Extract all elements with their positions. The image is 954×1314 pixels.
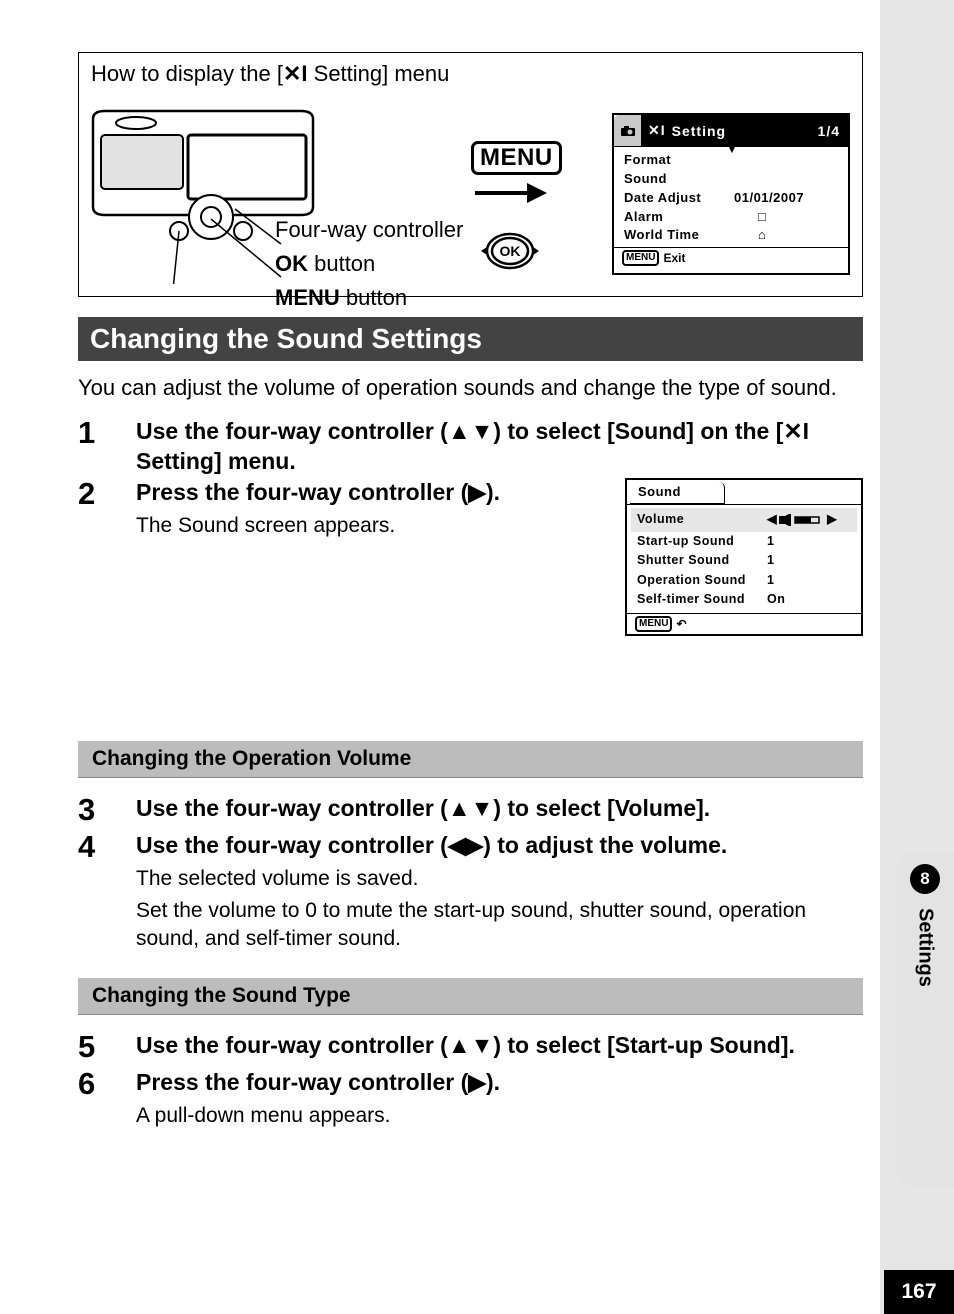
- step-sub: A pull-down menu appears.: [136, 1102, 863, 1130]
- sound-tab: Sound: [630, 482, 725, 504]
- page-number: 167: [884, 1270, 954, 1314]
- menu-badge-small: MENU: [622, 250, 659, 266]
- sound-row: Self-timer SoundOn: [637, 590, 851, 609]
- step-3: 3 Use the four-way controller (▲▼) to se…: [78, 794, 863, 825]
- section-heading: Changing the Sound Settings: [78, 317, 863, 361]
- intro-paragraph: You can adjust the volume of operation s…: [78, 373, 863, 403]
- step-sub: The selected volume is saved.: [136, 865, 863, 893]
- menu-badge: MENU: [471, 141, 562, 175]
- setting-row: Date Adjust01/01/2007: [624, 189, 838, 208]
- side-label: Settings: [914, 908, 937, 987]
- intro-title: How to display the [✕I Setting] menu: [91, 61, 850, 87]
- label-ok-bold: OK: [275, 251, 308, 276]
- label-fourway: Four-way controller: [275, 217, 463, 243]
- sub-heading: Changing the Operation Volume: [78, 741, 863, 778]
- setting-tool-icon-small: ✕I: [648, 122, 666, 139]
- menu-badge-small: MENU: [635, 616, 672, 632]
- setting-tab-label: Setting: [672, 123, 726, 139]
- step-title: Use the four-way controller (▲▼) to sele…: [136, 1031, 863, 1061]
- step-title: Use the four-way controller (▲▼) to sele…: [136, 794, 863, 824]
- side-tab: 8 Settings: [896, 852, 954, 1187]
- sound-footer: MENU ↶: [627, 613, 861, 634]
- label-ok: OK button: [275, 251, 375, 277]
- sound-menu-screen: Sound Volume ◀ ▶ Start-up Sound1 Shutter…: [625, 478, 863, 636]
- setting-row: World Time⌂: [624, 226, 838, 245]
- step-number: 3: [78, 794, 136, 825]
- setting-row: Sound: [624, 170, 838, 189]
- back-icon: ↶: [676, 617, 686, 631]
- menu-page: 1/4: [818, 123, 840, 139]
- intro-box: How to display the [✕I Setting] menu: [78, 52, 863, 297]
- setting-tool-icon: ✕I: [283, 61, 308, 86]
- setting-body: Format Sound Date Adjust01/01/2007 Alarm…: [614, 147, 848, 247]
- camera-tab-icon: [614, 115, 642, 146]
- step-6: 6 Press the four-way controller (▶). A p…: [78, 1068, 863, 1130]
- step-1: 1 Use the four-way controller (▲▼) to se…: [78, 417, 863, 477]
- label-menu: MENU button: [275, 285, 407, 311]
- setting-footer: MENU Exit: [614, 247, 848, 268]
- setting-tab: ✕I Setting 1/4: [642, 115, 848, 146]
- chapter-number: 8: [910, 864, 940, 894]
- step-number: 4: [78, 831, 136, 862]
- setting-row: Alarm□: [624, 208, 838, 227]
- step-sub: Set the volume to 0 to mute the start-up…: [136, 897, 863, 954]
- intro-title-a: How to display the [: [91, 61, 283, 86]
- sound-row: Start-up Sound1: [637, 532, 851, 551]
- arrow-icon: [473, 179, 551, 207]
- sound-row: Shutter Sound1: [637, 551, 851, 570]
- setting-tool-icon: ✕I: [783, 418, 809, 444]
- step-title: Use the four-way controller (◀▶) to adju…: [136, 831, 863, 861]
- sound-row: Operation Sound1: [637, 571, 851, 590]
- label-ok-b: button: [308, 251, 375, 276]
- svg-text:OK: OK: [500, 243, 521, 259]
- step-number: 1: [78, 417, 136, 448]
- step-5: 5 Use the four-way controller (▲▼) to se…: [78, 1031, 863, 1062]
- volume-meter-icon: ◀ ▶: [767, 510, 837, 529]
- sound-row-volume: Volume ◀ ▶: [631, 508, 857, 531]
- setting-menu-screen: ✕I Setting 1/4 ▼ Format Sound Date Adjus…: [612, 113, 850, 275]
- step-4: 4 Use the four-way controller (◀▶) to ad…: [78, 831, 863, 954]
- step-title: Press the four-way controller (▶).: [136, 1068, 863, 1098]
- down-triangle-icon: ▼: [726, 142, 738, 156]
- label-menu-b: button: [340, 285, 407, 310]
- sub-heading: Changing the Sound Type: [78, 978, 863, 1015]
- intro-graphics: Four-way controller OK button MENU butto…: [91, 91, 850, 286]
- step-title: Use the four-way controller (▲▼) to sele…: [136, 417, 863, 477]
- step-number: 5: [78, 1031, 136, 1062]
- label-menu-bold: MENU: [275, 285, 340, 310]
- exit-label: Exit: [663, 251, 685, 265]
- step-number: 6: [78, 1068, 136, 1099]
- intro-title-b: Setting] menu: [308, 61, 450, 86]
- step-number: 2: [78, 478, 136, 509]
- ok-button-icon: OK: [479, 229, 541, 273]
